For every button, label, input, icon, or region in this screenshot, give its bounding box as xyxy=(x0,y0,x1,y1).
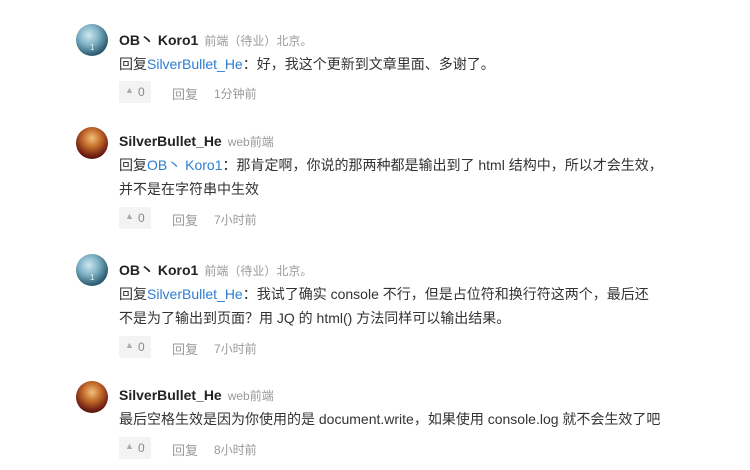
upvote-count: 0 xyxy=(138,85,145,99)
upvote-count: 0 xyxy=(138,211,145,225)
upvote-button[interactable]: ▲ 0 xyxy=(119,81,151,103)
username[interactable]: SilverBullet_He xyxy=(119,387,222,403)
comment-header: OB丶 Koro1 前端（待业）北京。 xyxy=(119,30,312,50)
comment-header: SilverBullet_He web前端 xyxy=(119,133,274,151)
upvote-button[interactable]: ▲ 0 xyxy=(119,437,151,459)
avatar[interactable] xyxy=(76,381,108,413)
reply-button[interactable]: 回复 xyxy=(172,339,198,358)
avatar-mark: 1 xyxy=(90,273,95,282)
upvote-icon: ▲ xyxy=(125,211,134,221)
avatar[interactable]: 1 xyxy=(76,24,108,56)
reply-button[interactable]: 回复 xyxy=(172,440,198,459)
comment-line: 并不是在字符串中生效 xyxy=(119,181,259,197)
comment-line: 最后空格生效是因为你使用的是 document.write，如果使用 conso… xyxy=(119,411,661,427)
user-tag: web前端 xyxy=(227,389,274,403)
user-tag: 前端（待业）北京。 xyxy=(204,34,313,48)
upvote-icon: ▲ xyxy=(125,85,134,95)
username[interactable]: SilverBullet_He xyxy=(119,133,222,149)
upvote-icon: ▲ xyxy=(125,441,134,451)
user-tag: web前端 xyxy=(227,135,274,149)
comment-text: 回复SilverBullet_He：好，我这个更新到文章里面、多谢了。 xyxy=(119,52,699,76)
upvote-count: 0 xyxy=(138,340,145,354)
comment-text: 回复SilverBullet_He：我试了确实 console 不行，但是占位符… xyxy=(119,282,699,330)
avatar-mark: 1 xyxy=(90,43,95,52)
avatar[interactable] xyxy=(76,127,108,159)
comment-text: 回复OB丶 Koro1：那肯定啊，你说的那两种都是输出到了 html 结构中，所… xyxy=(119,153,699,201)
comment-line: 不是为了输出到页面？用 JQ 的 html() 方法同样可以输出结果。 xyxy=(119,310,511,326)
upvote-count: 0 xyxy=(138,441,145,455)
comment-line: ：好，我这个更新到文章里面、多谢了。 xyxy=(242,56,495,72)
mention-link[interactable]: SilverBullet_He xyxy=(147,286,243,302)
upvote-button[interactable]: ▲ 0 xyxy=(119,336,151,358)
comment-line: ：那肯定啊，你说的那两种都是输出到了 html 结构中，所以才会生效， xyxy=(222,157,663,173)
timestamp: 7小时前 xyxy=(214,213,257,227)
reply-prefix: 回复 xyxy=(119,56,147,72)
comment-header: OB丶 Koro1 前端（待业）北京。 xyxy=(119,260,312,280)
upvote-icon: ▲ xyxy=(125,340,134,350)
username[interactable]: OB丶 Koro1 xyxy=(119,262,198,278)
timestamp: 8小时前 xyxy=(214,443,257,457)
mention-link[interactable]: SilverBullet_He xyxy=(147,56,243,72)
reply-button[interactable]: 回复 xyxy=(172,210,198,229)
comment-line: ：我试了确实 console 不行，但是占位符和换行符这两个，最后还 xyxy=(242,286,649,302)
timestamp: 1分钟前 xyxy=(214,87,257,101)
user-tag: 前端（待业）北京。 xyxy=(204,264,313,278)
username[interactable]: OB丶 Koro1 xyxy=(119,32,198,48)
mention-link[interactable]: OB丶 Koro1 xyxy=(147,157,222,173)
timestamp: 7小时前 xyxy=(214,342,257,356)
reply-prefix: 回复 xyxy=(119,157,147,173)
reply-button[interactable]: 回复 xyxy=(172,84,198,103)
comment-text: 最后空格生效是因为你使用的是 document.write，如果使用 conso… xyxy=(119,407,699,431)
comment-header: SilverBullet_He web前端 xyxy=(119,387,274,405)
avatar[interactable]: 1 xyxy=(76,254,108,286)
reply-prefix: 回复 xyxy=(119,286,147,302)
upvote-button[interactable]: ▲ 0 xyxy=(119,207,151,229)
